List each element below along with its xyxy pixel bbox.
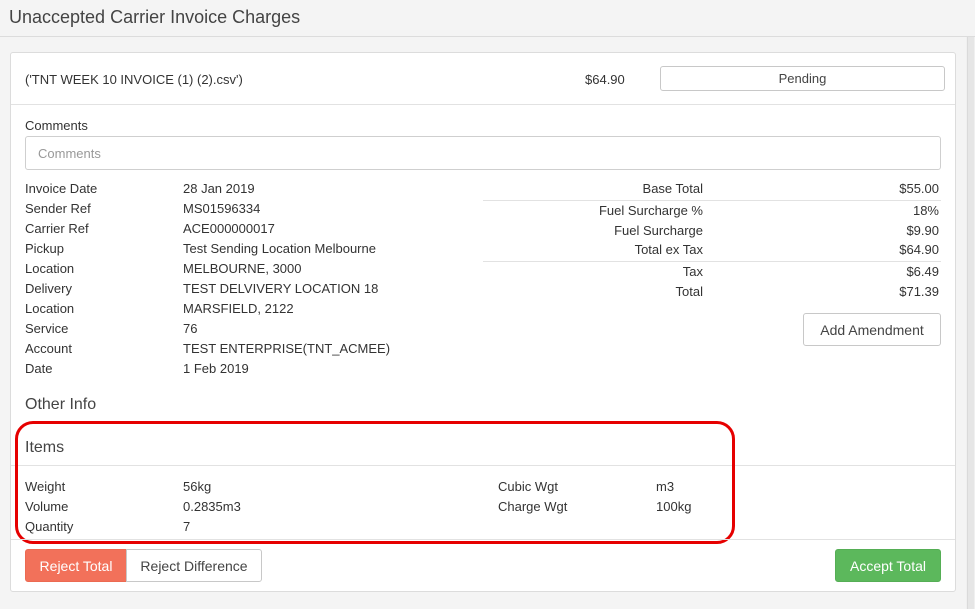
total-value-tax: $6.49: [906, 264, 939, 279]
total-value-fuel-surcharge: $9.90: [906, 223, 939, 238]
invoice-file-name: ('TNT WEEK 10 INVOICE (1) (2).csv'): [25, 72, 243, 87]
detail-label-delivery-location: Location: [25, 301, 75, 316]
detail-value-service: 76: [183, 321, 198, 336]
status-button[interactable]: Pending: [660, 66, 945, 91]
invoice-panel: ('TNT WEEK 10 INVOICE (1) (2).csv') $64.…: [10, 52, 956, 592]
detail-label-pickup-location: Location: [25, 261, 75, 276]
totals-divider: [483, 261, 941, 262]
detail-value-delivery: TEST DELVIVERY LOCATION 18: [183, 281, 379, 296]
total-value-total-ex-tax: $64.90: [899, 242, 939, 257]
reject-difference-button[interactable]: Reject Difference: [126, 549, 262, 582]
detail-value-pickup: Test Sending Location Melbourne: [183, 241, 376, 256]
total-label-total-ex-tax: Total ex Tax: [634, 242, 703, 257]
detail-value-account: TEST ENTERPRISE(TNT_ACMEE): [183, 341, 391, 356]
detail-label-date: Date: [25, 361, 53, 376]
detail-value-pickup-location: MELBOURNE, 3000: [183, 261, 302, 276]
title-divider: [0, 36, 975, 37]
invoice-amount: $64.90: [585, 72, 625, 87]
invoice-header-row: ('TNT WEEK 10 INVOICE (1) (2).csv') $64.…: [11, 53, 955, 105]
page-title: Unaccepted Carrier Invoice Charges: [9, 7, 301, 27]
total-label-tax: Tax: [682, 264, 703, 279]
detail-label-account: Account: [25, 341, 72, 356]
detail-value-invoice-date: 28 Jan 2019: [183, 181, 255, 196]
detail-value-sender-ref: MS01596334: [183, 201, 261, 216]
scrollbar-thumb[interactable]: [967, 37, 974, 609]
detail-label-pickup: Pickup: [25, 241, 65, 256]
comments-label: Comments: [25, 118, 88, 133]
total-value-fuel-surcharge-pct: 18%: [912, 203, 939, 218]
detail-value-delivery-location: MARSFIELD, 2122: [183, 301, 294, 316]
total-label-base-total: Base Total: [642, 181, 703, 196]
total-label-fuel-surcharge-pct: Fuel Surcharge %: [598, 203, 703, 218]
detail-value-date: 1 Feb 2019: [183, 361, 249, 376]
accept-total-button[interactable]: Accept Total: [835, 549, 941, 582]
detail-label-carrier-ref: Carrier Ref: [25, 221, 89, 236]
items-highlight-annotation: [15, 421, 735, 544]
detail-label-sender-ref: Sender Ref: [25, 201, 91, 216]
add-amendment-button[interactable]: Add Amendment: [803, 313, 941, 346]
total-value-total: $71.39: [899, 284, 939, 299]
detail-value-carrier-ref: ACE000000017: [183, 221, 275, 236]
totals-divider: [483, 200, 941, 201]
total-value-base-total: $55.00: [899, 181, 939, 196]
total-label-fuel-surcharge: Fuel Surcharge: [614, 223, 703, 238]
comments-input[interactable]: [25, 136, 941, 170]
total-label-total: Total: [675, 284, 703, 299]
detail-label-delivery: Delivery: [25, 281, 72, 296]
detail-label-service: Service: [25, 321, 69, 336]
footer-divider: [11, 539, 955, 540]
other-info-heading: Other Info: [25, 396, 97, 413]
detail-label-invoice-date: Invoice Date: [25, 181, 98, 196]
header-divider: [11, 104, 955, 105]
reject-total-button[interactable]: Reject Total: [25, 549, 127, 582]
